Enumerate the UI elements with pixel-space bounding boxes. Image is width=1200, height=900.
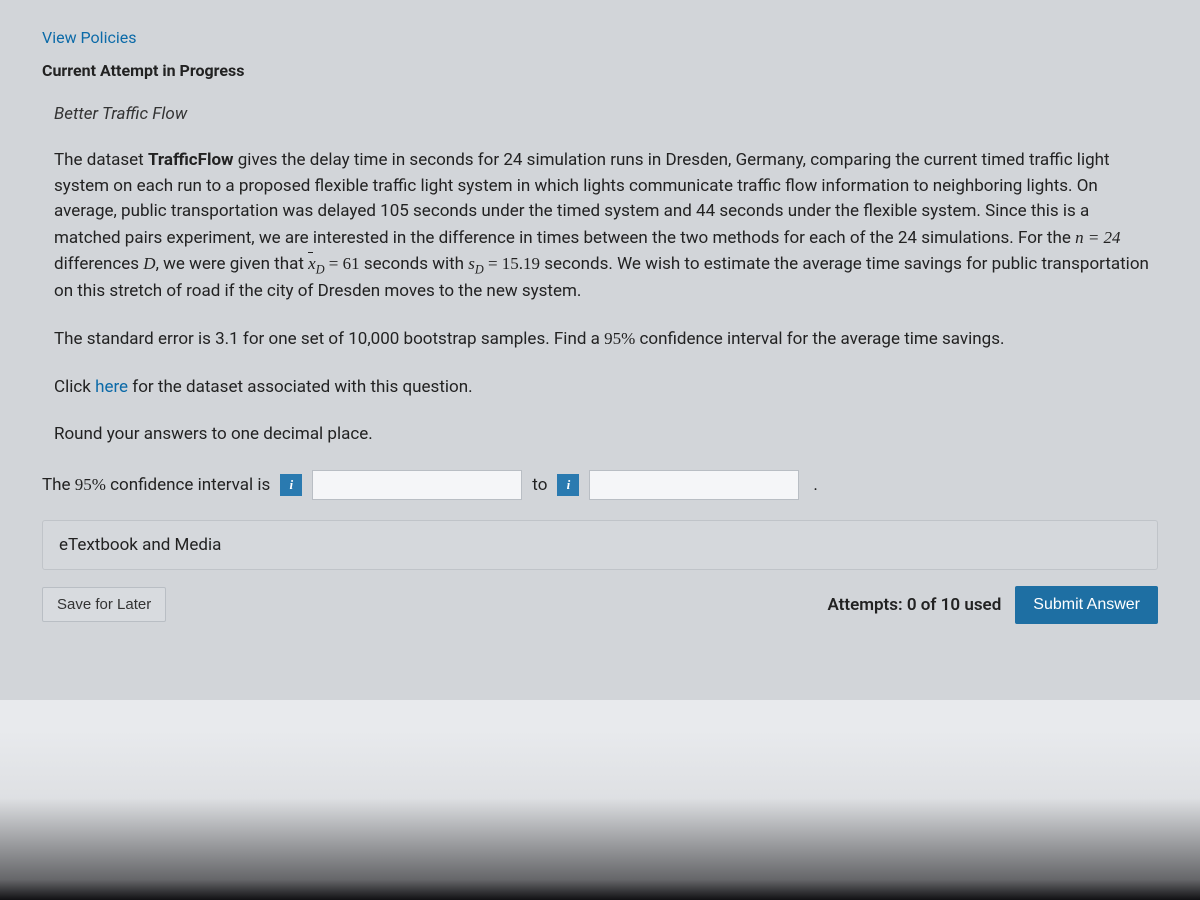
rounding-instruction: Round your answers to one decimal place. (54, 422, 1158, 448)
save-for-later-button[interactable]: Save for Later (42, 587, 166, 622)
submit-answer-button[interactable]: Submit Answer (1015, 586, 1158, 624)
to-label: to (532, 475, 547, 495)
view-policies-link[interactable]: View Policies (42, 28, 136, 47)
etextbook-media-link[interactable]: eTextbook and Media (59, 535, 221, 555)
info-icon[interactable]: i (557, 474, 579, 496)
answer-row: The 95% confidence interval is i to i . (42, 470, 1158, 500)
question-paragraph-2: The standard error is 3.1 for one set of… (54, 326, 1158, 353)
info-icon[interactable]: i (280, 474, 302, 496)
footer-row: Save for Later Attempts: 0 of 10 used Su… (42, 586, 1158, 624)
ci-upper-input[interactable] (589, 470, 799, 500)
question-title: Better Traffic Flow (54, 104, 1158, 124)
question-paragraph-1: The dataset TrafficFlow gives the delay … (54, 148, 1158, 304)
ci-lower-input[interactable] (312, 470, 522, 500)
period: . (813, 475, 817, 495)
attempts-text: Attempts: 0 of 10 used (827, 595, 1001, 615)
etextbook-media-box[interactable]: eTextbook and Media (42, 520, 1158, 570)
dataset-link[interactable]: here (95, 377, 128, 397)
attempt-status: Current Attempt in Progress (42, 61, 1158, 80)
bottom-vignette (0, 730, 1200, 900)
dataset-line: Click here for the dataset associated wi… (54, 375, 1158, 401)
answer-label: The 95% confidence interval is (42, 475, 270, 495)
